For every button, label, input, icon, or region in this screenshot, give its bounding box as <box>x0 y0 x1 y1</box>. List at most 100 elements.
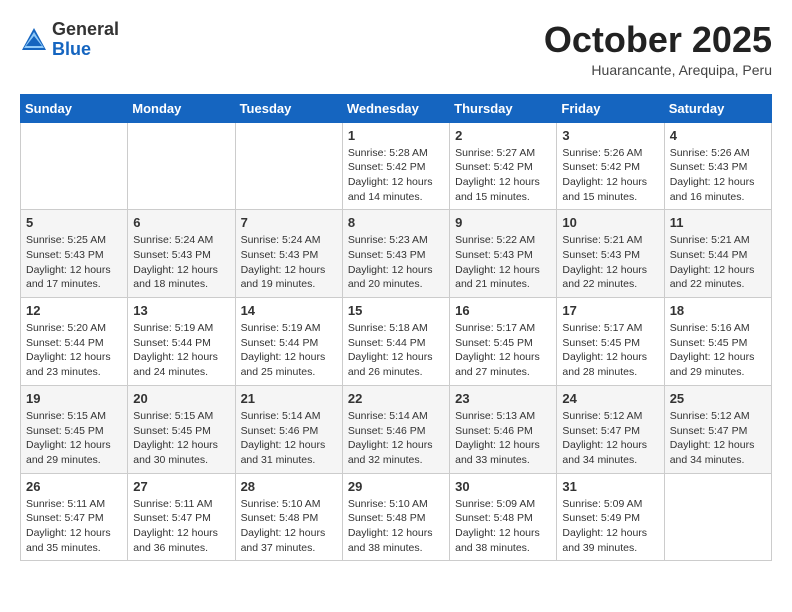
day-info: Sunrise: 5:25 AM Sunset: 5:43 PM Dayligh… <box>26 233 122 292</box>
day-number: 21 <box>241 391 337 406</box>
day-info: Sunrise: 5:19 AM Sunset: 5:44 PM Dayligh… <box>241 321 337 380</box>
calendar-week-1: 1 Sunrise: 5:28 AM Sunset: 5:42 PM Daylig… <box>21 122 772 210</box>
day-number: 8 <box>348 215 444 230</box>
title-block: October 2025 Huarancante, Arequipa, Peru <box>544 20 772 78</box>
calendar-cell: 30Sunrise: 5:09 AM Sunset: 5:48 PM Dayli… <box>450 473 557 561</box>
day-number: 12 <box>26 303 122 318</box>
calendar-cell <box>664 473 771 561</box>
day-number: 9 <box>455 215 551 230</box>
day-info: Sunrise: 5:26 AM Sunset: 5:42 PM Dayligh… <box>562 146 658 205</box>
calendar-cell: 23 Sunrise: 5:13 AM Sunset: 5:46 PM Dayli… <box>450 385 557 473</box>
calendar-cell: 3Sunrise: 5:26 AM Sunset: 5:42 PM Daylig… <box>557 122 664 210</box>
day-info: Sunrise: 5:17 AM Sunset: 5:45 PM Dayligh… <box>455 321 551 380</box>
calendar-cell: 12 Sunrise: 5:20 AM Sunset: 5:44 PM Dayli… <box>21 298 128 386</box>
day-number: 25 <box>670 391 766 406</box>
day-number: 1 <box>348 128 444 143</box>
logo-icon <box>20 26 48 54</box>
column-header-monday: Monday <box>128 94 235 122</box>
day-number: 11 <box>670 215 766 230</box>
day-info: Sunrise: 5:12 AM Sunset: 5:47 PM Dayligh… <box>562 409 658 468</box>
day-number: 27 <box>133 479 229 494</box>
calendar-cell: 7 Sunrise: 5:24 AM Sunset: 5:43 PM Daylig… <box>235 210 342 298</box>
day-number: 20 <box>133 391 229 406</box>
calendar-cell: 27 Sunrise: 5:11 AM Sunset: 5:47 PM Dayli… <box>128 473 235 561</box>
calendar-cell: 21Sunrise: 5:14 AM Sunset: 5:46 PM Dayli… <box>235 385 342 473</box>
calendar-cell: 13 Sunrise: 5:19 AM Sunset: 5:44 PM Dayli… <box>128 298 235 386</box>
calendar-cell: 18 Sunrise: 5:16 AM Sunset: 5:45 PM Dayli… <box>664 298 771 386</box>
day-info: Sunrise: 5:21 AM Sunset: 5:44 PM Dayligh… <box>670 233 766 292</box>
calendar-cell: 28Sunrise: 5:10 AM Sunset: 5:48 PM Dayli… <box>235 473 342 561</box>
logo: General Blue <box>20 20 119 60</box>
day-number: 22 <box>348 391 444 406</box>
calendar-week-4: 19 Sunrise: 5:15 AM Sunset: 5:45 PM Dayli… <box>21 385 772 473</box>
calendar-cell: 14 Sunrise: 5:19 AM Sunset: 5:44 PM Dayli… <box>235 298 342 386</box>
day-info: Sunrise: 5:23 AM Sunset: 5:43 PM Dayligh… <box>348 233 444 292</box>
calendar-week-5: 26Sunrise: 5:11 AM Sunset: 5:47 PM Dayli… <box>21 473 772 561</box>
day-info: Sunrise: 5:20 AM Sunset: 5:44 PM Dayligh… <box>26 321 122 380</box>
day-info: Sunrise: 5:15 AM Sunset: 5:45 PM Dayligh… <box>133 409 229 468</box>
day-info: Sunrise: 5:13 AM Sunset: 5:46 PM Dayligh… <box>455 409 551 468</box>
calendar-cell <box>128 122 235 210</box>
column-header-thursday: Thursday <box>450 94 557 122</box>
day-number: 28 <box>241 479 337 494</box>
day-info: Sunrise: 5:15 AM Sunset: 5:45 PM Dayligh… <box>26 409 122 468</box>
day-number: 23 <box>455 391 551 406</box>
column-header-friday: Friday <box>557 94 664 122</box>
calendar-cell: 8 Sunrise: 5:23 AM Sunset: 5:43 PM Daylig… <box>342 210 449 298</box>
day-number: 29 <box>348 479 444 494</box>
day-number: 13 <box>133 303 229 318</box>
page-header: General Blue October 2025 Huarancante, A… <box>20 20 772 78</box>
calendar-cell: 9 Sunrise: 5:22 AM Sunset: 5:43 PM Daylig… <box>450 210 557 298</box>
day-info: Sunrise: 5:16 AM Sunset: 5:45 PM Dayligh… <box>670 321 766 380</box>
day-number: 6 <box>133 215 229 230</box>
logo-blue-text: Blue <box>52 39 91 59</box>
calendar-cell: 16 Sunrise: 5:17 AM Sunset: 5:45 PM Dayli… <box>450 298 557 386</box>
day-info: Sunrise: 5:10 AM Sunset: 5:48 PM Dayligh… <box>348 497 444 556</box>
day-info: Sunrise: 5:11 AM Sunset: 5:47 PM Dayligh… <box>133 497 229 556</box>
calendar-cell: 5 Sunrise: 5:25 AM Sunset: 5:43 PM Daylig… <box>21 210 128 298</box>
calendar-cell: 25 Sunrise: 5:12 AM Sunset: 5:47 PM Dayli… <box>664 385 771 473</box>
day-info: Sunrise: 5:28 AM Sunset: 5:42 PM Dayligh… <box>348 146 444 205</box>
day-info: Sunrise: 5:12 AM Sunset: 5:47 PM Dayligh… <box>670 409 766 468</box>
day-info: Sunrise: 5:26 AM Sunset: 5:43 PM Dayligh… <box>670 146 766 205</box>
day-number: 14 <box>241 303 337 318</box>
logo-text: General Blue <box>52 20 119 60</box>
calendar-header-row: SundayMondayTuesdayWednesdayThursdayFrid… <box>21 94 772 122</box>
day-number: 19 <box>26 391 122 406</box>
day-info: Sunrise: 5:09 AM Sunset: 5:49 PM Dayligh… <box>562 497 658 556</box>
day-number: 18 <box>670 303 766 318</box>
calendar-cell: 20 Sunrise: 5:15 AM Sunset: 5:45 PM Dayli… <box>128 385 235 473</box>
day-number: 2 <box>455 128 551 143</box>
day-number: 30 <box>455 479 551 494</box>
calendar-table: SundayMondayTuesdayWednesdayThursdayFrid… <box>20 94 772 562</box>
calendar-cell: 11 Sunrise: 5:21 AM Sunset: 5:44 PM Dayli… <box>664 210 771 298</box>
day-info: Sunrise: 5:22 AM Sunset: 5:43 PM Dayligh… <box>455 233 551 292</box>
calendar-cell: 1 Sunrise: 5:28 AM Sunset: 5:42 PM Daylig… <box>342 122 449 210</box>
day-number: 24 <box>562 391 658 406</box>
calendar-cell: 29 Sunrise: 5:10 AM Sunset: 5:48 PM Dayli… <box>342 473 449 561</box>
day-number: 15 <box>348 303 444 318</box>
day-info: Sunrise: 5:18 AM Sunset: 5:44 PM Dayligh… <box>348 321 444 380</box>
calendar-week-2: 5 Sunrise: 5:25 AM Sunset: 5:43 PM Daylig… <box>21 210 772 298</box>
day-info: Sunrise: 5:24 AM Sunset: 5:43 PM Dayligh… <box>241 233 337 292</box>
calendar-cell: 24 Sunrise: 5:12 AM Sunset: 5:47 PM Dayli… <box>557 385 664 473</box>
day-info: Sunrise: 5:24 AM Sunset: 5:43 PM Dayligh… <box>133 233 229 292</box>
month-year-title: October 2025 <box>544 20 772 60</box>
day-info: Sunrise: 5:17 AM Sunset: 5:45 PM Dayligh… <box>562 321 658 380</box>
day-info: Sunrise: 5:19 AM Sunset: 5:44 PM Dayligh… <box>133 321 229 380</box>
column-header-wednesday: Wednesday <box>342 94 449 122</box>
location-subtitle: Huarancante, Arequipa, Peru <box>544 62 772 78</box>
day-number: 5 <box>26 215 122 230</box>
calendar-cell: 4 Sunrise: 5:26 AM Sunset: 5:43 PM Daylig… <box>664 122 771 210</box>
day-number: 4 <box>670 128 766 143</box>
calendar-cell: 2Sunrise: 5:27 AM Sunset: 5:42 PM Daylig… <box>450 122 557 210</box>
day-info: Sunrise: 5:14 AM Sunset: 5:46 PM Dayligh… <box>348 409 444 468</box>
day-info: Sunrise: 5:21 AM Sunset: 5:43 PM Dayligh… <box>562 233 658 292</box>
day-number: 16 <box>455 303 551 318</box>
logo-general-text: General <box>52 19 119 39</box>
day-number: 7 <box>241 215 337 230</box>
day-info: Sunrise: 5:11 AM Sunset: 5:47 PM Dayligh… <box>26 497 122 556</box>
calendar-cell: 10Sunrise: 5:21 AM Sunset: 5:43 PM Dayli… <box>557 210 664 298</box>
calendar-cell <box>235 122 342 210</box>
calendar-cell: 19 Sunrise: 5:15 AM Sunset: 5:45 PM Dayli… <box>21 385 128 473</box>
